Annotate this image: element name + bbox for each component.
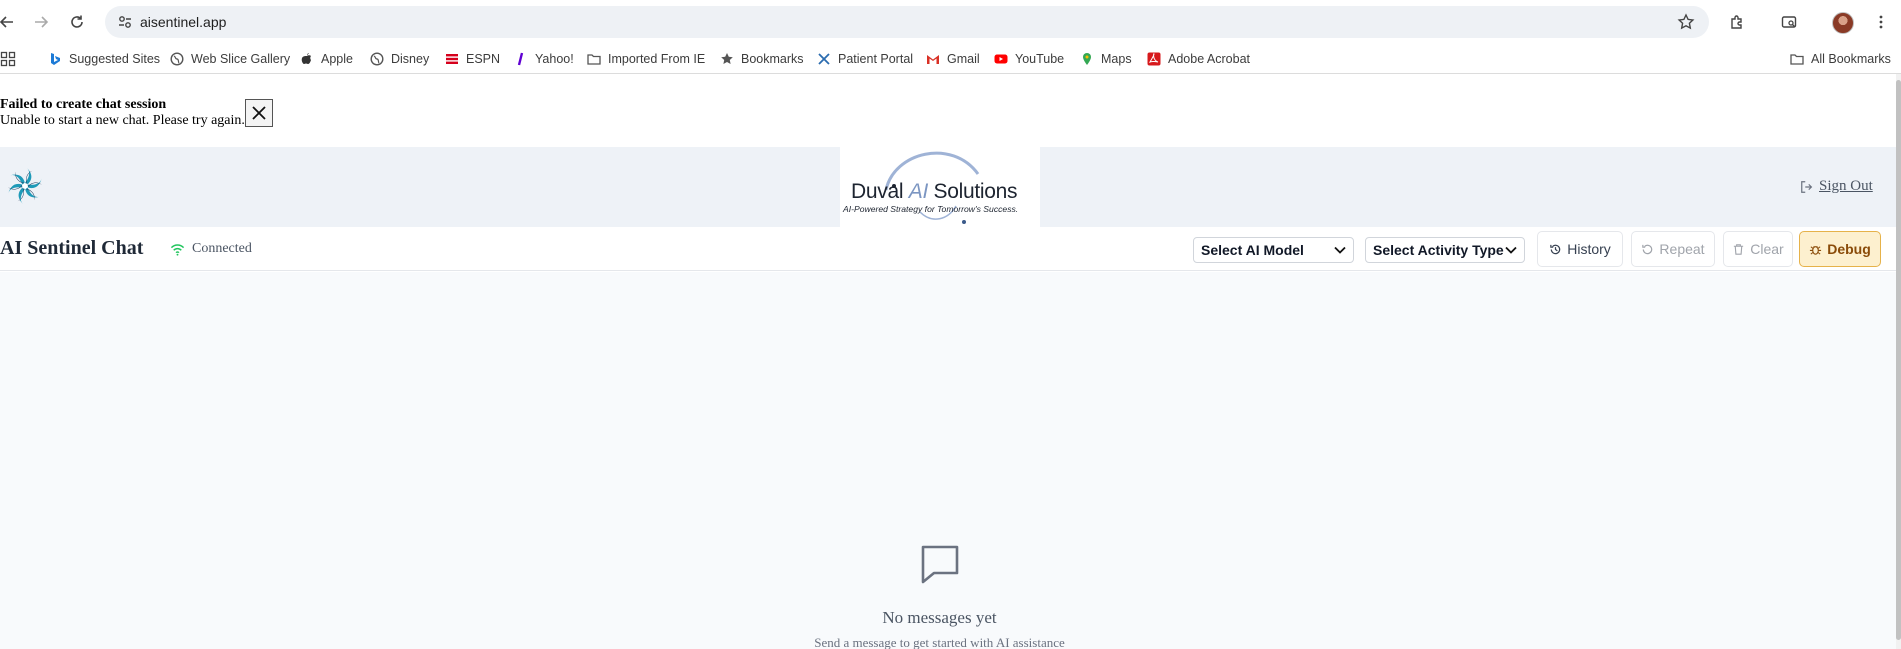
browser-toolbar: aisentinel.app (0, 0, 1901, 44)
all-bookmarks[interactable]: All Bookmarks (1790, 51, 1891, 67)
bookmark-espn[interactable]: ESPN (445, 51, 500, 67)
message-bubble-icon (921, 545, 959, 584)
gmail-icon (926, 52, 940, 66)
activity-type-select[interactable]: Select Activity Type (1365, 237, 1525, 263)
trash-icon (1734, 243, 1744, 255)
address-url[interactable]: aisentinel.app (140, 14, 226, 30)
bookmark-youtube[interactable]: YouTube (994, 51, 1064, 67)
bookmark-adobe-acrobat[interactable]: Adobe Acrobat (1147, 51, 1250, 67)
bookmark-maps[interactable]: Maps (1080, 51, 1132, 67)
forward-icon[interactable] (30, 11, 52, 33)
brand-name: Duval AI Solutions (851, 180, 1018, 203)
apple-icon (300, 52, 314, 66)
chevron-down-icon (1334, 246, 1346, 254)
yahoo-icon (514, 52, 528, 66)
folder-icon (587, 52, 601, 66)
repeat-icon (1642, 244, 1653, 254)
wifi-icon (170, 243, 185, 256)
reload-icon[interactable] (66, 11, 88, 33)
tab-search-icon[interactable] (1778, 11, 1800, 33)
bug-icon (1810, 245, 1822, 255)
folder-icon (1790, 52, 1804, 66)
bookmark-patient-portal[interactable]: Patient Portal (817, 51, 913, 67)
bookmarks-bar: Suggested Sites Web Slice Gallery Apple … (0, 44, 1901, 74)
history-icon (1550, 244, 1561, 254)
chevron-down-icon (1505, 246, 1517, 254)
bookmark-apple[interactable]: Apple (300, 51, 353, 67)
repeat-button[interactable]: Repeat (1631, 231, 1715, 267)
profile-avatar[interactable] (1832, 12, 1854, 34)
sign-out-button[interactable]: Sign Out (1800, 178, 1873, 195)
globe-icon (170, 52, 184, 66)
bookmark-bookmarks[interactable]: Bookmarks (720, 51, 804, 67)
sign-out-icon (1801, 180, 1813, 193)
clear-button[interactable]: Clear (1723, 231, 1793, 267)
empty-state-subtitle: Send a message to get started with AI as… (814, 635, 1065, 649)
portal-icon (817, 52, 831, 66)
bookmark-yahoo[interactable]: Yahoo! (514, 51, 574, 67)
bookmark-gmail[interactable]: Gmail (926, 51, 980, 67)
bookmark-imported-from-ie[interactable]: Imported From IE (587, 51, 705, 67)
page-title: AI Sentinel Chat (0, 237, 144, 259)
back-icon[interactable] (0, 11, 18, 33)
connection-status: Connected (170, 241, 252, 257)
brand-tagline: AI-Powered Strategy for Tomorrow's Succe… (843, 204, 1019, 214)
espn-icon (445, 52, 459, 66)
chat-messages-area (0, 272, 1896, 649)
bookmark-suggested-sites[interactable]: Suggested Sites (48, 51, 160, 67)
bookmark-disney[interactable]: Disney (370, 51, 429, 67)
scrollbar-thumb[interactable] (1896, 80, 1901, 640)
bing-icon (48, 52, 62, 66)
sentinel-logo-icon[interactable] (4, 165, 46, 207)
close-error-button[interactable] (245, 99, 273, 127)
ai-model-select[interactable]: Select AI Model (1193, 237, 1354, 263)
youtube-icon (994, 52, 1008, 66)
maps-icon (1080, 52, 1094, 66)
apps-grid-icon[interactable] (0, 51, 16, 67)
browser-menu-icon[interactable] (1870, 11, 1892, 33)
site-settings-icon[interactable] (117, 14, 133, 30)
close-icon (252, 106, 266, 120)
bookmark-web-slice-gallery[interactable]: Web Slice Gallery (170, 51, 290, 67)
bookmark-star-icon[interactable] (1677, 13, 1695, 31)
star-icon (720, 52, 734, 66)
acrobat-icon (1147, 52, 1161, 66)
history-button[interactable]: History (1537, 231, 1623, 267)
empty-state-title: No messages yet (882, 608, 997, 627)
address-bar[interactable]: aisentinel.app (105, 6, 1709, 38)
globe-icon (370, 52, 384, 66)
debug-button[interactable]: Debug (1799, 231, 1881, 267)
extensions-icon[interactable] (1726, 11, 1748, 33)
